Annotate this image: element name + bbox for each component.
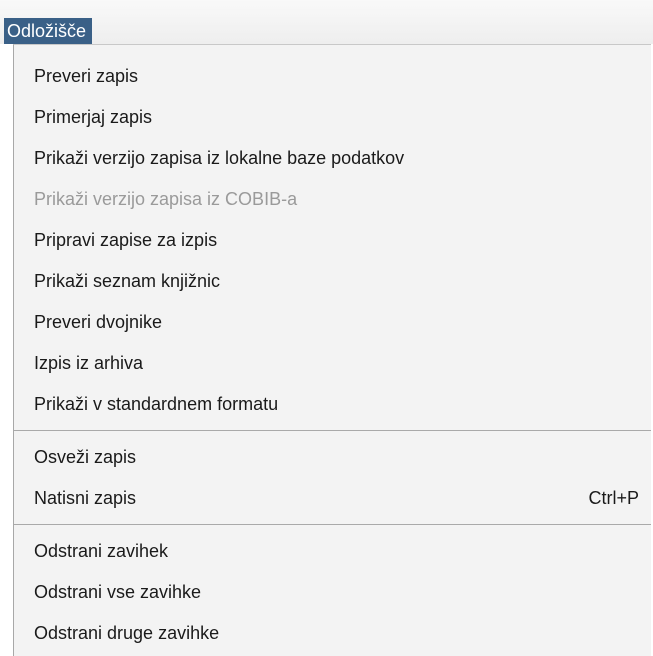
menu-item-osvezi-zapis[interactable]: Osveži zapis xyxy=(14,437,651,478)
menu-item-label: Natisni zapis xyxy=(34,488,137,508)
menu-item-standardni-format[interactable]: Prikaži v standardnem formatu xyxy=(14,384,651,425)
menu-separator xyxy=(14,524,651,525)
menu-bar: Odložišče xyxy=(0,0,653,44)
menu-item-izpis-iz-arhiva[interactable]: Izpis iz arhiva xyxy=(14,343,651,384)
menu-item-odstrani-zavihek[interactable]: Odstrani zavihek xyxy=(14,531,651,572)
menu-odlozisce[interactable]: Odložišče xyxy=(4,18,93,44)
menu-item-preveri-dvojnike[interactable]: Preveri dvojnike xyxy=(14,302,651,343)
shortcut-label: Ctrl+P xyxy=(588,488,639,508)
menu-item-prikazi-verzijo-lokalne[interactable]: Prikaži verzijo zapisa iz lokalne baze p… xyxy=(14,138,651,179)
menu-separator xyxy=(14,430,651,431)
menu-item-prikazi-seznam-knjiznic[interactable]: Prikaži seznam knjižnic xyxy=(14,261,651,302)
menu-item-odstrani-druge-zavihke[interactable]: Odstrani druge zavihke xyxy=(14,613,651,654)
menu-item-preveri-zapis[interactable]: Preveri zapis xyxy=(14,56,651,97)
dropdown-menu: Preveri zapis Primerjaj zapis Prikaži ve… xyxy=(13,44,651,656)
menu-item-primerjaj-zapis[interactable]: Primerjaj zapis xyxy=(14,97,651,138)
menu-item-pripravi-zapise[interactable]: Pripravi zapise za izpis xyxy=(14,220,651,261)
menu-item-odstrani-vse-zavihke[interactable]: Odstrani vse zavihke xyxy=(14,572,651,613)
menu-item-prikazi-verzijo-cobib: Prikaži verzijo zapisa iz COBIB-a xyxy=(34,189,298,209)
menu-item-natisni-zapis[interactable]: Natisni zapis Ctrl+P xyxy=(14,478,651,519)
